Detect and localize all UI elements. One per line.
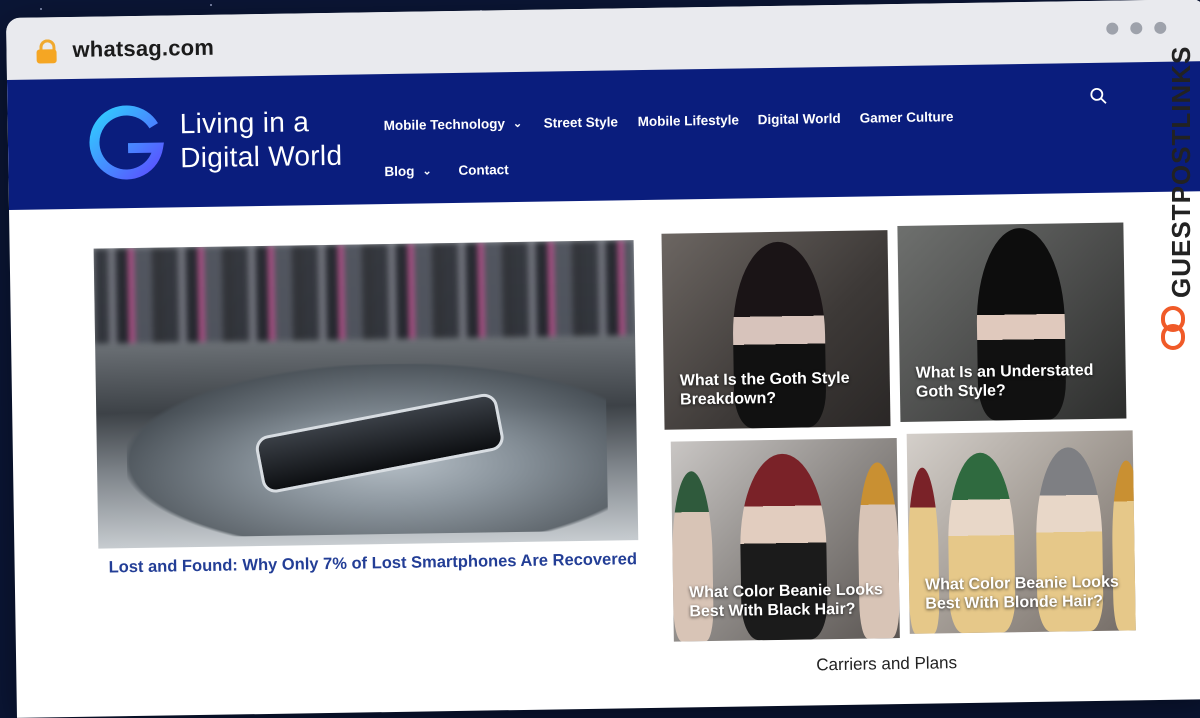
nav-item-mobile-technology[interactable]: Mobile Technology ⌄ xyxy=(384,116,523,133)
article-card-title: What Color Beanie Looks Best With Blonde… xyxy=(924,573,1119,613)
article-card-title: What Is the Goth Style Breakdown? xyxy=(679,369,850,409)
article-card-title: What Is an Understated Goth Style? xyxy=(915,361,1094,401)
nav-item-blog[interactable]: Blog ⌄ xyxy=(384,163,431,179)
nav-item-mobile-lifestyle[interactable]: Mobile Lifestyle xyxy=(638,113,740,130)
watermark-text: GUESTPOSTLINKS xyxy=(1166,45,1196,298)
chevron-down-icon: ⌄ xyxy=(422,165,432,178)
lock-icon xyxy=(36,39,57,64)
window-dot-icon[interactable] xyxy=(1130,22,1143,35)
main-nav: Mobile Technology ⌄ Street Style Mobile L… xyxy=(383,94,1003,179)
nav-item-digital-world[interactable]: Digital World xyxy=(758,111,841,127)
site-title[interactable]: Living in a Digital World xyxy=(179,105,342,176)
search-icon[interactable] xyxy=(1089,87,1107,105)
chevron-down-icon: ⌄ xyxy=(512,117,523,131)
chain-link-icon xyxy=(1161,306,1185,350)
hero-image[interactable] xyxy=(93,240,639,549)
browser-window: whatsag.com Living in a Digital World Mo… xyxy=(6,0,1200,718)
article-card-title: What Color Beanie Looks Best With Black … xyxy=(688,581,884,621)
article-card[interactable]: What Color Beanie Looks Best With Black … xyxy=(670,438,900,642)
hero-article-link[interactable]: Lost and Found: Why Only 7% of Lost Smar… xyxy=(109,550,638,577)
window-controls[interactable] xyxy=(1106,21,1167,35)
watermark: GUESTPOSTLINKS xyxy=(1152,46,1198,358)
site-header: Living in a Digital World Mobile Technol… xyxy=(6,61,1200,210)
window-dot-icon[interactable] xyxy=(1106,22,1119,35)
address-bar-url[interactable]: whatsag.com xyxy=(72,35,214,63)
window-dot-icon[interactable] xyxy=(1154,21,1167,34)
nav-item-contact[interactable]: Contact xyxy=(458,162,508,178)
nav-item-gamer-culture[interactable]: Gamer Culture xyxy=(860,109,954,125)
article-card[interactable]: What Color Beanie Looks Best With Blonde… xyxy=(906,430,1136,634)
site-logo-icon[interactable] xyxy=(87,104,164,181)
section-heading: Carriers and Plans xyxy=(816,653,958,675)
article-card[interactable]: What Is an Understated Goth Style? xyxy=(897,222,1127,423)
nav-item-street-style[interactable]: Street Style xyxy=(544,114,619,130)
site-title-line1: Living in a xyxy=(179,106,310,140)
article-card[interactable]: What Is the Goth Style Breakdown? xyxy=(661,230,891,430)
site-title-line2: Digital World xyxy=(179,139,343,174)
